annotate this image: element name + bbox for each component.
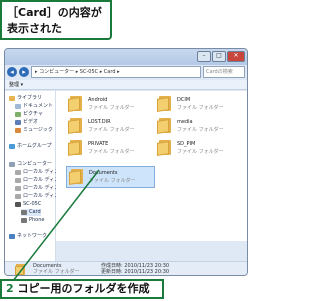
disk-icon — [15, 194, 21, 199]
sidebar-item-homegroup[interactable]: ホームグループ — [9, 143, 52, 150]
sidebar-item-label: ライブラリ — [17, 95, 43, 101]
network-icon — [9, 234, 15, 239]
disk-icon — [15, 170, 21, 175]
sidebar-item-label: ローカル ディス — [23, 169, 60, 175]
library-icon — [9, 96, 15, 101]
document-icon — [15, 104, 21, 109]
file-type: ファイル フォルダー — [177, 149, 224, 155]
step-number: 2 — [6, 282, 14, 295]
sidebar-item-label: ドキュメント — [23, 103, 54, 109]
file-type: ファイル フォルダー — [89, 178, 136, 184]
file-name: LOST.DIR — [88, 119, 111, 125]
folder-item-sd-pim[interactable]: SD_PIM ファイル フォルダー — [157, 140, 237, 164]
details-pane: Documents ファイル フォルダー 作成日時: 2010/11/23 20… — [5, 261, 247, 275]
sidebar-item-label: ピクチャ — [23, 111, 43, 117]
sidebar-item-network[interactable]: ネットワーク — [9, 233, 47, 240]
homegroup-icon — [9, 144, 15, 149]
sidebar-item-pictures[interactable]: ピクチャ — [15, 111, 43, 118]
minimize-button[interactable]: – — [197, 51, 211, 62]
file-name: media — [177, 119, 193, 125]
details-modified: 更新日時: 2010/11/23 20:30 — [101, 269, 170, 275]
file-name: SD_PIM — [177, 141, 196, 147]
sidebar-item-label: Card — [29, 209, 41, 215]
phone-icon — [21, 218, 27, 223]
sidebar-item-phone[interactable]: Phone — [21, 217, 45, 224]
file-type: ファイル フォルダー — [88, 149, 135, 155]
folder-icon — [68, 118, 84, 134]
sidebar-item-label: SC-05C — [23, 201, 42, 207]
disk-icon — [15, 178, 21, 183]
address-bar: ◂ ▸ ▸ コンピューター ▸ SC-05C ▸ Card ▸ Cardの検索 — [7, 66, 245, 78]
address-field[interactable]: ▸ コンピューター ▸ SC-05C ▸ Card ▸ — [31, 66, 201, 78]
close-button[interactable]: ✕ — [227, 51, 245, 62]
disk-icon — [15, 186, 21, 191]
folder-icon — [157, 118, 173, 134]
folder-icon — [68, 96, 84, 112]
forward-arrow-icon[interactable]: ▸ — [19, 67, 29, 77]
sidebar-item-device[interactable]: SC-05C — [15, 201, 41, 208]
folder-icon — [69, 169, 85, 185]
sidebar-item-label: ミュージック — [23, 127, 53, 133]
sidebar-item-local-disk-2[interactable]: ローカル ディス — [15, 177, 59, 184]
folder-item-documents[interactable]: Documents ファイル フォルダー — [66, 166, 155, 188]
sidebar-item-library[interactable]: ライブラリ — [9, 95, 42, 102]
sidebar-item-label: ローカル ディス — [23, 185, 60, 191]
file-name: DCIM — [177, 97, 191, 103]
step-text: コピー用のフォルダを作成 — [17, 282, 150, 295]
file-type: ファイル フォルダー — [88, 105, 135, 111]
file-type: ファイル フォルダー — [88, 127, 135, 133]
file-name: Android — [88, 97, 108, 103]
caption-top: ［Card］の内容が 表示された — [0, 0, 112, 40]
folder-item-lost-dir[interactable]: LOST.DIR ファイル フォルダー — [68, 118, 148, 142]
computer-icon — [9, 162, 15, 167]
caption-line-2: 表示された — [7, 22, 62, 35]
card-icon — [21, 210, 27, 215]
file-list: Android ファイル フォルダー DCIM ファイル フォルダー LOST.… — [56, 91, 247, 241]
folder-item-media[interactable]: media ファイル フォルダー — [157, 118, 237, 142]
video-icon — [15, 120, 21, 125]
file-name: PRIVATE — [88, 141, 109, 147]
folder-item-dcim[interactable]: DCIM ファイル フォルダー — [157, 96, 237, 120]
caption-bottom: 2 コピー用のフォルダを作成 — [0, 279, 164, 299]
folder-icon — [68, 140, 84, 156]
sidebar-item-card[interactable]: Card — [21, 209, 41, 216]
sidebar-item-label: ネットワーク — [17, 233, 48, 239]
sidebar-item-label: ビデオ — [23, 119, 39, 125]
search-input[interactable]: Cardの検索 — [203, 66, 245, 78]
sidebar-item-local-disk-1[interactable]: ローカル ディス — [15, 169, 59, 176]
back-arrow-icon[interactable]: ◂ — [7, 67, 17, 77]
navigation-pane: ライブラリ ドキュメント ピクチャ ビデオ ミュージック ホームグループ コンピ… — [5, 91, 59, 261]
sidebar-item-music[interactable]: ミュージック — [15, 127, 53, 134]
maximize-button[interactable]: □ — [212, 51, 226, 62]
sidebar-item-label: コンピューター — [17, 161, 53, 167]
title-bar: – □ ✕ — [5, 49, 247, 65]
music-icon — [15, 128, 21, 133]
folder-item-private[interactable]: PRIVATE ファイル フォルダー — [68, 140, 148, 164]
sidebar-item-documents[interactable]: ドキュメント — [15, 103, 53, 110]
sidebar-item-label: ローカル ディス — [23, 177, 60, 183]
sidebar-item-local-disk-3[interactable]: ローカル ディス — [15, 185, 59, 192]
folder-icon — [15, 264, 27, 275]
picture-icon — [15, 112, 21, 117]
sidebar-item-label: ホームグループ — [17, 143, 52, 149]
file-name: Documents — [89, 170, 118, 176]
file-type: ファイル フォルダー — [177, 105, 224, 111]
folder-icon — [157, 96, 173, 112]
folder-icon — [157, 140, 173, 156]
sidebar-item-label: Phone — [29, 217, 45, 223]
caption-line-1: ［Card］の内容が — [7, 6, 102, 19]
device-icon — [15, 202, 21, 207]
file-type: ファイル フォルダー — [177, 127, 224, 133]
sidebar-item-computer[interactable]: コンピューター — [9, 161, 52, 168]
folder-item-android[interactable]: Android ファイル フォルダー — [68, 96, 148, 120]
sidebar-item-local-disk-4[interactable]: ローカル ディス — [15, 193, 59, 200]
details-type: ファイル フォルダー — [33, 269, 80, 275]
explorer-window: – □ ✕ ◂ ▸ ▸ コンピューター ▸ SC-05C ▸ Card ▸ Ca… — [4, 48, 248, 276]
sidebar-item-label: ローカル ディス — [23, 193, 60, 199]
organize-menu[interactable]: 整理 ▾ — [5, 80, 247, 90]
sidebar-item-videos[interactable]: ビデオ — [15, 119, 38, 126]
